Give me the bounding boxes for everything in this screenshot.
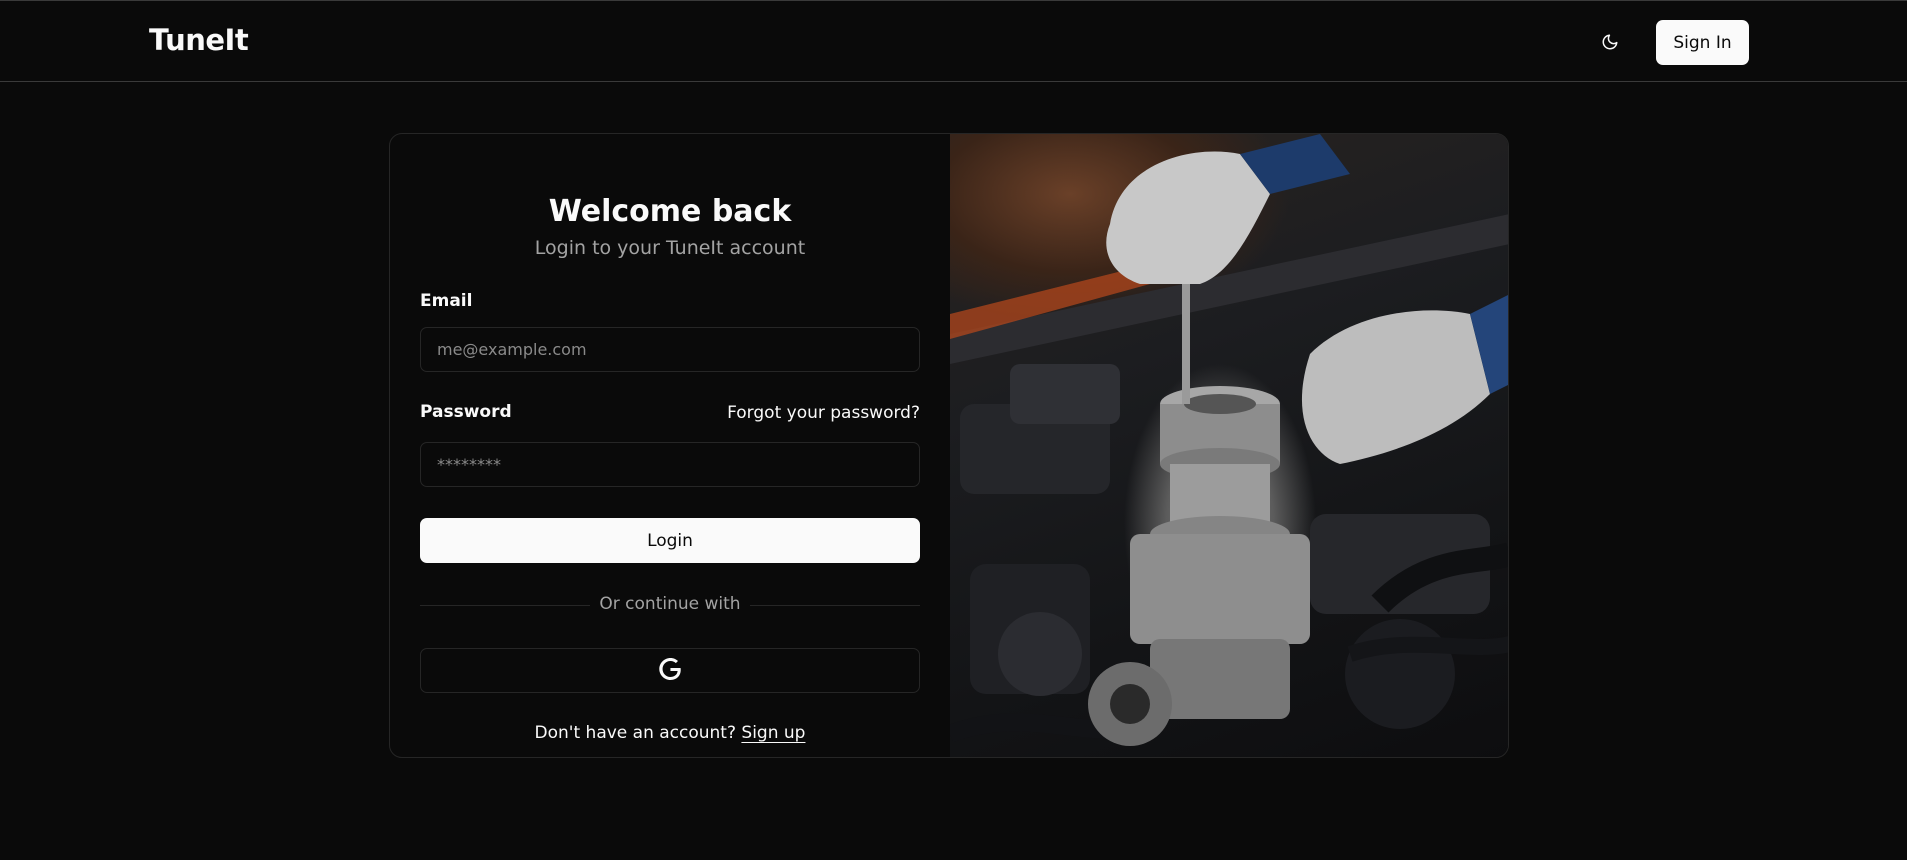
- theme-toggle-button[interactable]: [1592, 26, 1628, 62]
- login-form: Welcome back Login to your TuneIt accoun…: [390, 134, 950, 757]
- page-title: Welcome back: [548, 194, 792, 229]
- email-label: Email: [420, 291, 473, 311]
- sign-in-button[interactable]: Sign In: [1656, 20, 1749, 65]
- signup-row: Don't have an account? Sign up: [390, 723, 950, 743]
- page-subtitle: Login to your TuneIt account: [534, 237, 806, 259]
- password-field[interactable]: [420, 442, 920, 487]
- app-logo[interactable]: TuneIt: [149, 23, 249, 57]
- engine-illustration: [950, 134, 1508, 746]
- google-icon: [659, 657, 681, 684]
- divider-text: Or continue with: [599, 594, 741, 614]
- top-navbar: TuneIt Sign In: [0, 0, 1907, 82]
- password-label: Password: [420, 402, 512, 422]
- signup-link[interactable]: Sign up: [741, 723, 805, 743]
- engine-mechanic-image: [950, 134, 1508, 757]
- signup-prompt: Don't have an account?: [534, 723, 736, 743]
- login-button[interactable]: Login: [420, 518, 920, 563]
- forgot-password-link[interactable]: Forgot your password?: [727, 403, 920, 423]
- google-login-button[interactable]: [420, 648, 920, 693]
- email-field[interactable]: [420, 327, 920, 372]
- moon-icon: [1601, 33, 1619, 55]
- login-card: Welcome back Login to your TuneIt accoun…: [389, 133, 1509, 758]
